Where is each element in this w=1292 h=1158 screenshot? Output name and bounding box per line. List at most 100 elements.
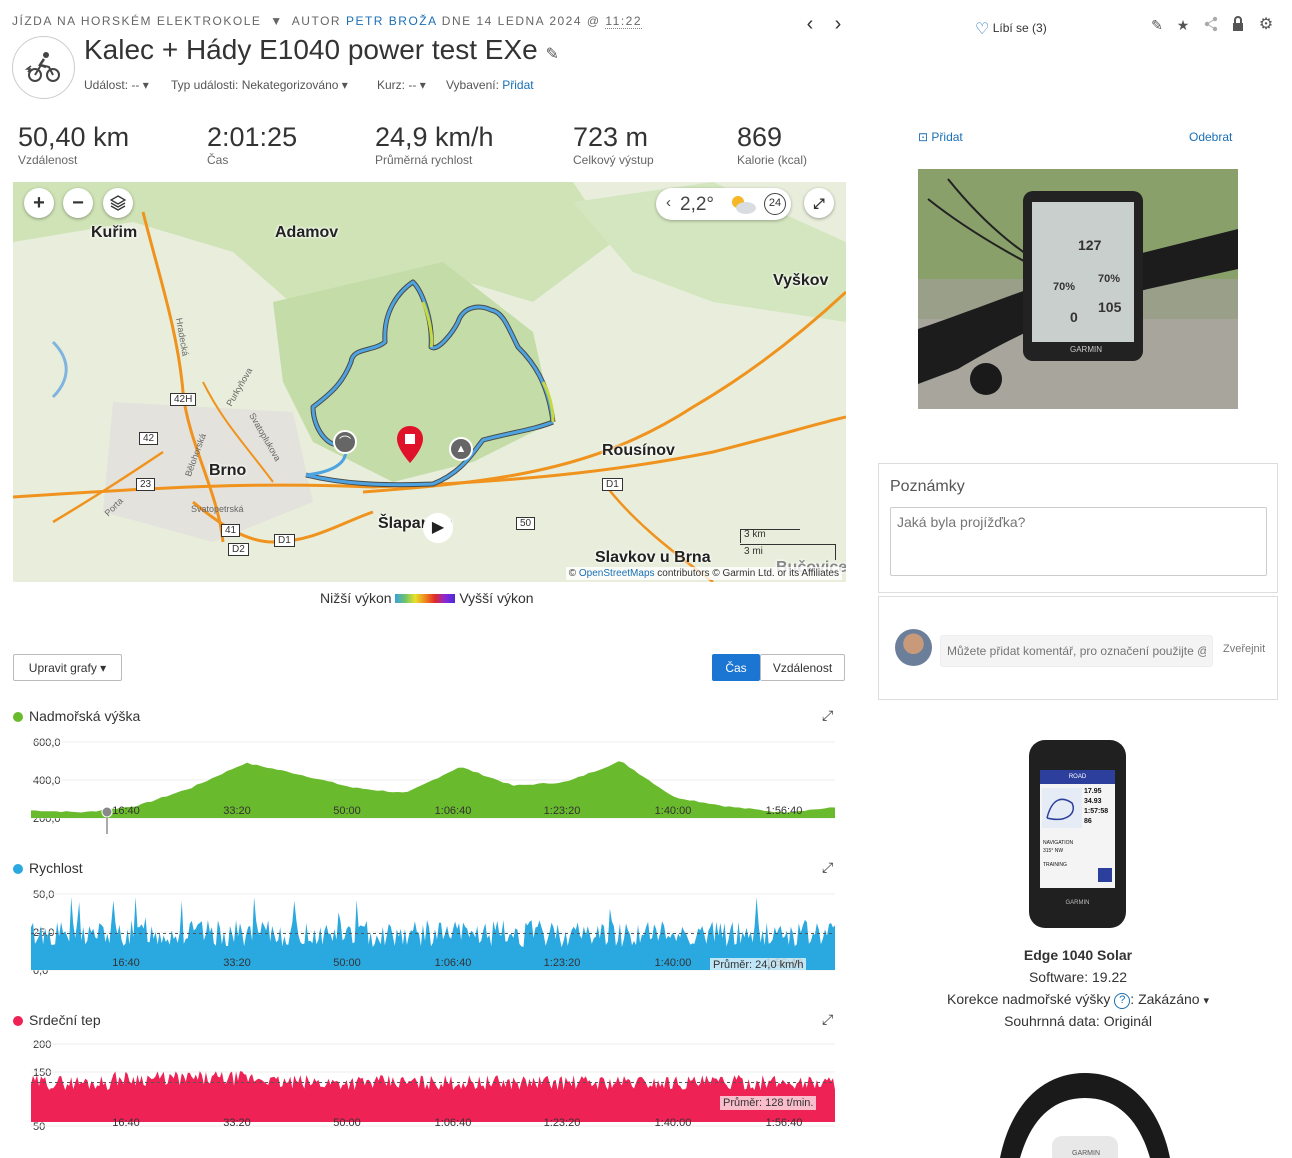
y-tick-label: 150: [33, 1067, 51, 1079]
add-gear-link[interactable]: Přidat: [502, 78, 533, 92]
avatar: [895, 629, 932, 666]
comment-input[interactable]: [940, 635, 1213, 667]
layers-icon: [110, 195, 126, 211]
date-label: DNE 14 LEDNA 2024 @: [441, 14, 601, 28]
photo-readout: 0: [1070, 309, 1078, 325]
road-badge: 50: [516, 517, 536, 530]
summit-waypoint-icon[interactable]: ▲: [449, 437, 473, 461]
remove-photo-button[interactable]: Odebrat: [1189, 130, 1232, 144]
chevron-down-icon: ▾: [142, 78, 149, 92]
osm-link[interactable]: OpenStreetMaps: [579, 568, 655, 579]
speed-chart[interactable]: 50,0 25,0 0,0 16:40 33:20 50:00 1:06:40 1:23:20…: [0, 882, 860, 992]
road-badge: D1: [274, 534, 295, 547]
help-icon[interactable]: ?: [1114, 993, 1131, 1009]
heart-icon[interactable]: ♡: [975, 21, 989, 38]
fullscreen-button[interactable]: ⤢: [804, 188, 834, 218]
previous-activity-icon[interactable]: ‹: [802, 14, 818, 34]
gear-field: Vybavení: Přidat: [446, 78, 534, 92]
avg-speed-label: Průměrná rychlost: [375, 153, 473, 167]
device-screen: ROAD 17.95 34.93 1:57:58 86 NAVIGATION 3…: [1040, 770, 1115, 888]
street-label: Svatopetrská: [191, 504, 244, 514]
notes-textarea[interactable]: [890, 507, 1267, 576]
share-icon[interactable]: [1202, 16, 1220, 34]
road-badge: 41: [221, 524, 241, 537]
chevron-down-icon[interactable]: ▼: [270, 14, 283, 28]
lock-icon[interactable]: [1229, 16, 1247, 34]
pencil-icon[interactable]: ✎: [546, 46, 559, 63]
tab-time[interactable]: Čas: [712, 654, 760, 681]
route-waypoint-icon[interactable]: ⌒: [333, 430, 357, 454]
x-tick-label: 1:06:40: [435, 957, 472, 969]
course-field[interactable]: Kurz: -- ▾: [377, 78, 426, 92]
x-tick-label: 50:00: [333, 1117, 361, 1129]
cursor-marker: [101, 806, 113, 818]
series-area: [31, 1071, 835, 1122]
activity-photo[interactable]: 127 70% 70% 0 105 GARMIN: [918, 169, 1238, 409]
activity-time[interactable]: 11:22: [605, 14, 643, 29]
publish-button[interactable]: Zveřejnit: [1223, 643, 1265, 655]
zoom-in-button[interactable]: +: [24, 188, 54, 218]
device-value: 34.93: [1084, 798, 1102, 805]
summary-data: Souhrnná data: Originál: [1004, 1013, 1152, 1029]
chevron-down-icon: ▾: [341, 78, 348, 92]
y-tick-label: 50: [33, 1121, 45, 1133]
star-icon[interactable]: ★: [1174, 16, 1192, 34]
event-field[interactable]: Událost: -- ▾: [84, 78, 149, 92]
tab-distance[interactable]: Vzdálenost: [760, 654, 845, 681]
next-activity-icon[interactable]: ›: [830, 14, 846, 34]
elevation-chart[interactable]: 600,0 400,0 200,0 16:40 33:20 50:00 1:06:40 1:2…: [0, 730, 860, 840]
event-label: Událost:: [84, 78, 129, 92]
x-tick-label: 1:40:00: [655, 957, 692, 969]
speed-average-label: Průměr: 24,0 km/h: [710, 958, 807, 972]
x-tick-label: 1:40:00: [655, 1117, 692, 1129]
notes-title: Poznámky: [890, 478, 965, 495]
x-tick-label: 1:23:20: [544, 957, 581, 969]
device-image: ROAD 17.95 34.93 1:57:58 86 NAVIGATION 3…: [1029, 740, 1126, 928]
start-marker-icon[interactable]: [396, 425, 424, 465]
map-city-label: Brno: [209, 462, 247, 479]
zoom-out-button[interactable]: −: [63, 188, 93, 218]
x-tick-label: 16:40: [112, 1117, 140, 1129]
chevron-left-icon[interactable]: ‹: [666, 194, 671, 211]
author-link[interactable]: PETR BROŽA: [346, 14, 437, 28]
speed-chart-svg: 50,025,00,016:40 33:20 50:00 1:06:40 1:23:20…: [31, 889, 835, 977]
activity-header-line: JÍZDA NA HORSKÉM ELEKTROKOLE ▼ AUTOR PET…: [12, 14, 643, 29]
partly-cloudy-icon: [732, 196, 756, 214]
photo-readout: 105: [1098, 299, 1122, 315]
calories-label: Kalorie (kcal): [737, 153, 808, 167]
device-training-label: TRAINING: [1043, 862, 1067, 868]
pencil-icon[interactable]: ✎: [1148, 16, 1166, 34]
y-tick-label: 25,0: [33, 927, 54, 939]
heartrate-chart-title: Srdeční tep: [13, 1012, 101, 1028]
heartrate-average-label: Průměr: 128 t/min.: [720, 1096, 817, 1110]
event-type-field[interactable]: Typ události: Nekategorizováno ▾: [171, 78, 348, 92]
speed-chart-title: Rychlost: [13, 860, 83, 876]
layers-button[interactable]: [103, 188, 133, 218]
camera-icon: ⊡: [918, 130, 929, 144]
likes[interactable]: ♡ Líbí se (3): [975, 19, 1047, 39]
x-tick-label: 50:00: [333, 957, 361, 969]
hr-strap-image: GARMIN: [990, 1068, 1180, 1158]
play-route-button[interactable]: ▶: [423, 513, 453, 543]
map-city-label: Kuřim: [91, 224, 138, 241]
x-tick-label: 16:40: [112, 957, 140, 969]
course-value: --: [408, 78, 417, 92]
edit-charts-button[interactable]: Upravit grafy ▾: [13, 654, 122, 681]
expand-icon[interactable]: ⤢: [822, 707, 833, 724]
elevation-correction-value[interactable]: Zakázáno: [1138, 991, 1199, 1007]
heartrate-chart[interactable]: 2001501005016:4033:2050:001:06:401:23:20…: [0, 1034, 860, 1144]
device-nav-label: NAVIGATION: [1043, 840, 1074, 846]
add-photo-label: Přidat: [931, 130, 963, 144]
event-value: --: [131, 78, 140, 92]
device-mode: ROAD: [1040, 770, 1115, 784]
add-photo-button[interactable]: ⊡ Přidat: [918, 130, 963, 144]
scale-km: 3 km: [744, 529, 766, 540]
gear-icon[interactable]: ⚙: [1257, 16, 1275, 34]
route-map[interactable]: Kuřim Adamov Vyškov Brno Rousínov Šlapan…: [13, 182, 846, 582]
device-software: Software: 19.22: [1028, 969, 1128, 985]
photo-svg: [918, 169, 1238, 409]
expand-icon[interactable]: ⤢: [822, 1011, 833, 1028]
weather-widget[interactable]: ‹ 2,2° 24: [656, 188, 791, 220]
expand-icon[interactable]: ⤢: [822, 859, 833, 876]
chevron-down-icon[interactable]: ▾: [1203, 995, 1209, 1007]
